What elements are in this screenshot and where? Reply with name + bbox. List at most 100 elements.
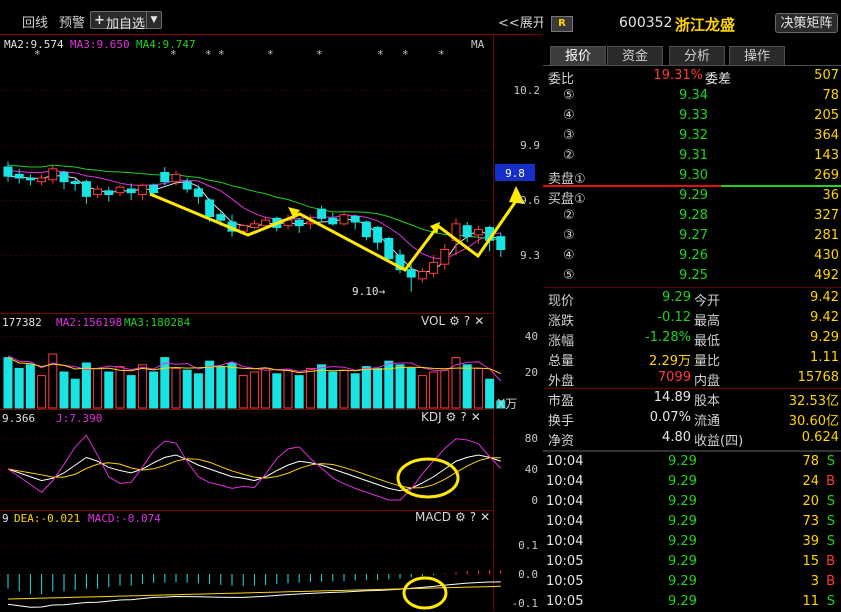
candle-body	[126, 188, 136, 194]
tab-analysis[interactable]: 分析	[669, 46, 725, 65]
help-icon[interactable]: ?	[464, 314, 470, 328]
quote-panel: R 600352 浙江龙盛 决策矩阵 报价 资金 分析 操作 委比 19.31%…	[543, 0, 841, 611]
tab-operation[interactable]: 操作	[729, 46, 785, 65]
volume-bar	[171, 367, 181, 409]
bid-row[interactable]: 买盘① 9.29 36	[543, 186, 841, 207]
stat-label: 量比	[694, 354, 721, 369]
gear-icon[interactable]: ⚙	[455, 510, 466, 524]
stats-row: 外盘 7099 内盘 15768	[543, 368, 841, 389]
tab-quote[interactable]: 报价	[550, 46, 606, 65]
kdj-indicator-name[interactable]: KDJ	[421, 410, 442, 424]
gear-icon[interactable]: ⚙	[449, 314, 460, 328]
kdj-lines	[7, 434, 502, 501]
ask-row[interactable]: ④ 9.33 205	[543, 106, 841, 126]
volume-bar	[160, 357, 170, 409]
main-gridlines	[0, 90, 493, 575]
stat-value: 15768	[797, 370, 839, 385]
volume-bar	[440, 369, 450, 409]
ask-row[interactable]: ③ 9.32 364	[543, 126, 841, 146]
stats-row: 现价 9.29 今开 9.42	[543, 288, 841, 309]
bid-level-label: ③	[563, 228, 575, 243]
trade-time: 10:04	[546, 474, 584, 489]
fundamentals-row: 市盈 14.89 股本 32.53亿	[543, 388, 841, 409]
kdj-j-label: J:7.390	[56, 412, 103, 425]
bid-row[interactable]: ③ 9.27 281	[543, 226, 841, 246]
candle-body	[261, 219, 271, 227]
bid-level-label: ⑤	[563, 268, 575, 283]
vol-y-tick: 40	[524, 330, 538, 343]
bid-level-label: 买盘①	[548, 192, 586, 207]
stat-value: 1.11	[810, 350, 839, 365]
bid-row[interactable]: ② 9.28 327	[543, 206, 841, 226]
current-price-tag: 9.8	[505, 167, 525, 180]
y-tick: 9.9	[520, 139, 540, 152]
tab-funds[interactable]: 资金	[607, 46, 663, 65]
candle-body	[373, 227, 383, 243]
volume-bar	[25, 364, 35, 409]
star-mark: *	[170, 48, 177, 61]
macd-value-label: MACD:-0.074	[88, 512, 161, 525]
stat-label: 外盘	[548, 374, 575, 389]
trade-time: 10:05	[546, 554, 584, 569]
ask-row[interactable]: ⑤ 9.34 78	[543, 86, 841, 106]
ask-price: 9.34	[679, 88, 708, 103]
trade-volume: 24	[802, 474, 819, 489]
candle-body	[361, 221, 371, 238]
stat-value: 2.29万	[649, 354, 691, 369]
ma-indicator-tag[interactable]: MA	[471, 38, 484, 51]
trade-price: 9.29	[668, 474, 697, 489]
stat-label: 现价	[548, 294, 575, 309]
trade-time: 10:05	[546, 574, 584, 589]
volume-bar	[48, 353, 58, 409]
trade-time: 10:04	[546, 534, 584, 549]
volume-bar	[14, 367, 24, 409]
help-icon[interactable]: ?	[460, 410, 466, 424]
bid-row[interactable]: ④ 9.26 430	[543, 246, 841, 266]
trade-volume: 78	[802, 454, 819, 469]
trade-row: 10:04 9.29 20 S	[543, 492, 841, 512]
bid-volume: 430	[814, 248, 839, 263]
volume-bar	[70, 378, 80, 409]
trade-price: 9.29	[668, 554, 697, 569]
stat-value: 9.29	[662, 290, 691, 305]
candle-body	[171, 173, 181, 183]
ma4-label: MA4:9.747	[136, 38, 196, 51]
volume-bar	[317, 364, 327, 409]
help-icon[interactable]: ?	[470, 510, 476, 524]
candle-body	[216, 214, 226, 221]
decision-matrix-button[interactable]: 决策矩阵	[775, 13, 838, 33]
volume-bar	[261, 367, 271, 409]
bid-price: 9.28	[679, 208, 708, 223]
trade-side: S	[826, 534, 835, 549]
close-icon[interactable]: ✕	[471, 410, 481, 424]
candle-body	[350, 216, 360, 223]
candle-body	[115, 186, 125, 194]
y-tick: 9.6	[520, 194, 540, 207]
trade-volume: 20	[802, 494, 819, 509]
trade-time: 10:04	[546, 454, 584, 469]
candle-body	[384, 238, 394, 260]
trade-volume: 73	[802, 514, 819, 529]
vol-indicator-name[interactable]: VOL	[421, 314, 445, 328]
y-tick: 9.3	[520, 249, 540, 262]
volume-bar	[361, 366, 371, 409]
gear-icon[interactable]: ⚙	[446, 410, 457, 424]
close-icon[interactable]: ✕	[480, 510, 490, 524]
ask-row[interactable]: 卖盘① 9.30 269	[543, 166, 841, 187]
star-mark: *	[438, 48, 445, 61]
trade-row: 10:05 9.29 15 B	[543, 552, 841, 572]
chart-area[interactable]: 回线 预警 + 加自选 ▼ <<展开 9.8 9.10→ MA2:9.574 M…	[0, 0, 546, 611]
macd-indicator-name[interactable]: MACD	[415, 510, 451, 524]
stat-label: 涨幅	[548, 334, 575, 349]
candle-body	[496, 236, 506, 251]
candle-body	[182, 181, 192, 190]
stat-value: -0.12	[657, 310, 691, 325]
bid-row[interactable]: ⑤ 9.25 492	[543, 266, 841, 286]
ask-row[interactable]: ② 9.31 143	[543, 146, 841, 166]
fund-label: 市盈	[548, 394, 575, 409]
trade-volume: 39	[802, 534, 819, 549]
order-diff-value: 507	[814, 68, 839, 83]
close-icon[interactable]: ✕	[474, 314, 484, 328]
trade-row: 10:04 9.29 78 S	[543, 452, 841, 472]
order-ratio-label: 委比	[548, 72, 575, 87]
